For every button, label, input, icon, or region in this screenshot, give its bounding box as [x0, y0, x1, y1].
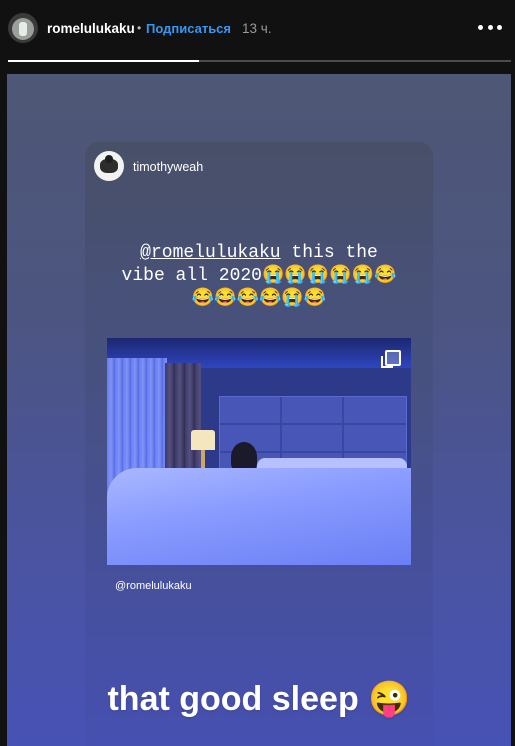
- mention-link[interactable]: @romelulukaku: [140, 243, 280, 263]
- story-content[interactable]: timothyweah @romelulukaku this the vibe …: [7, 74, 511, 746]
- post-text-line2: vibe all 2020😭😭😭😭😭😂: [121, 266, 397, 286]
- reshared-post-avatar[interactable]: [94, 151, 124, 181]
- post-text-line1: this the: [280, 243, 378, 263]
- reshared-post-card[interactable]: timothyweah @romelulukaku this the vibe …: [85, 142, 433, 746]
- profile-username[interactable]: romelulukaku: [47, 21, 135, 36]
- story-header: romelulukaku • Подписаться 13 ч.: [0, 0, 515, 58]
- photo-mention-caption[interactable]: @romelulukaku: [115, 580, 192, 592]
- multiple-photos-icon: [381, 350, 401, 368]
- post-text-line3: 😂😂😂😂😭😂: [191, 289, 327, 309]
- story-overlay-text: that good sleep 😜: [107, 680, 411, 718]
- post-time: 13 ч.: [242, 21, 272, 36]
- post-photo[interactable]: [107, 338, 411, 565]
- story-progress-fill: [8, 60, 200, 62]
- profile-avatar[interactable]: [8, 13, 38, 43]
- reshared-post-text: @romelulukaku this the vibe all 2020😭😭😭😭…: [85, 242, 433, 311]
- separator-dot: •: [137, 21, 142, 35]
- more-options-icon[interactable]: [478, 22, 502, 32]
- story-progress-bar: [8, 60, 511, 62]
- reshared-post-username[interactable]: timothyweah: [133, 160, 203, 174]
- follow-button[interactable]: Подписаться: [146, 21, 231, 36]
